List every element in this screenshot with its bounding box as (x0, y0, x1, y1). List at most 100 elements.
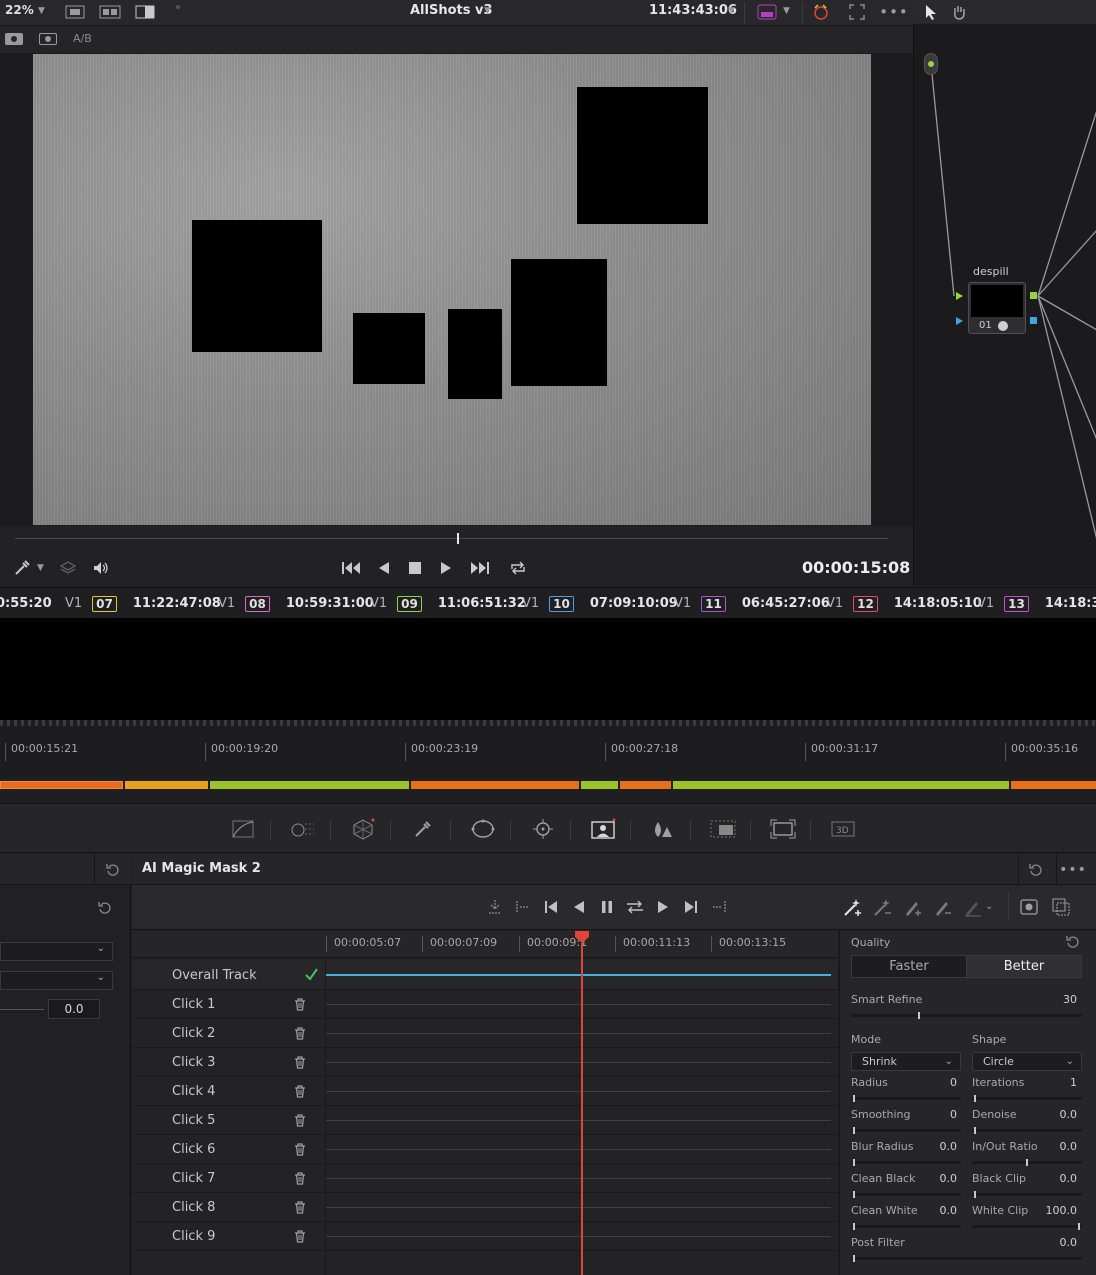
slider-knob[interactable] (853, 1255, 855, 1262)
left-value-field[interactable]: 0.0 (48, 999, 100, 1019)
scrubber-track[interactable] (15, 538, 888, 539)
skip-to-start-icon[interactable] (340, 558, 362, 578)
iterations-slider[interactable] (972, 1095, 1082, 1102)
trash-icon[interactable] (294, 1027, 306, 1043)
pause-icon[interactable] (597, 897, 617, 917)
clip-thumbnail-strip[interactable] (0, 618, 1096, 720)
trash-icon[interactable] (294, 1230, 306, 1246)
trash-icon[interactable] (294, 998, 306, 1014)
clip-segment[interactable] (1011, 781, 1096, 789)
clip-segment[interactable] (210, 781, 409, 789)
chevron-down-icon[interactable]: ▼ (728, 6, 735, 16)
rgb-input-icon[interactable] (956, 292, 963, 300)
left-dropdown-1[interactable]: ⌄ (0, 942, 113, 961)
hand-icon[interactable] (949, 2, 969, 22)
blur-radius-slider[interactable] (851, 1159, 961, 1166)
chevron-down-icon[interactable]: ⌄ (985, 901, 993, 912)
mark-out-icon[interactable] (709, 897, 729, 917)
show-overlay-icon[interactable] (1018, 896, 1040, 918)
more-options-icon[interactable]: ••• (879, 3, 908, 21)
fx-bypass-icon[interactable] (756, 3, 778, 21)
chevron-down-icon[interactable]: ▼ (37, 563, 44, 573)
denoise-value[interactable]: 0.0 (1020, 1108, 1078, 1121)
clean-white-slider[interactable] (851, 1223, 961, 1230)
track-row-click[interactable]: Click 7 (132, 1164, 838, 1193)
camera-icon[interactable] (39, 33, 57, 45)
iterations-value[interactable]: 1 (1020, 1076, 1077, 1089)
ab-label[interactable]: A/B (73, 32, 92, 45)
smoothing-value[interactable]: 0 (900, 1108, 957, 1121)
reset-icon[interactable] (104, 861, 122, 879)
track-row-click[interactable]: Click 6 (132, 1135, 838, 1164)
clean-black-slider[interactable] (851, 1191, 961, 1198)
add-stroke-icon[interactable] (842, 896, 864, 918)
highlight-icon[interactable] (810, 1, 832, 23)
slider-knob[interactable] (853, 1095, 855, 1102)
slider-knob[interactable] (1026, 1159, 1028, 1166)
reset-icon[interactable] (1027, 861, 1045, 879)
trash-icon[interactable] (294, 1143, 306, 1159)
slider-knob[interactable] (853, 1127, 855, 1134)
remove-stroke-icon[interactable] (872, 896, 894, 918)
last-frame-icon[interactable] (681, 897, 701, 917)
eyedropper-icon[interactable] (12, 558, 32, 578)
track-row-click[interactable]: Click 2 (132, 1019, 838, 1048)
black-clip-slider[interactable] (972, 1191, 1082, 1198)
sizing-icon[interactable] (770, 816, 796, 842)
color-warper-icon[interactable] (290, 816, 316, 842)
slider-knob[interactable] (853, 1223, 855, 1230)
loop-icon[interactable] (507, 558, 529, 578)
layout-single-icon[interactable] (64, 4, 86, 20)
tracker-icon[interactable] (530, 816, 556, 842)
bidirectional-track-icon[interactable] (625, 897, 645, 917)
mark-in-icon[interactable] (513, 897, 533, 917)
playback-timecode[interactable]: 00:00:15:08 (802, 558, 910, 577)
window-icon[interactable] (470, 816, 496, 842)
reset-icon[interactable] (96, 899, 114, 917)
slider-knob[interactable] (974, 1095, 976, 1102)
clip-segment[interactable] (411, 781, 579, 789)
track-row-click[interactable]: Click 9 (132, 1222, 838, 1251)
chevron-down-icon[interactable]: ▼ (484, 6, 491, 16)
key-output-icon[interactable] (1030, 317, 1037, 324)
slider-knob[interactable] (1078, 1223, 1080, 1230)
chevron-down-icon[interactable]: ▼ (38, 6, 45, 16)
post-filter-value[interactable]: 0.0 (1020, 1236, 1078, 1249)
chevron-down-icon[interactable]: ▼ (783, 6, 790, 16)
slider-knob[interactable] (918, 1012, 920, 1019)
smart-refine-slider[interactable] (851, 1012, 1082, 1019)
viewer-image[interactable] (33, 54, 871, 525)
trash-icon[interactable] (294, 1172, 306, 1188)
subtract-paint-icon[interactable] (932, 896, 954, 918)
inout-ratio-value[interactable]: 0.0 (1020, 1140, 1078, 1153)
add-paint-icon[interactable] (902, 896, 924, 918)
trash-icon[interactable] (294, 1085, 306, 1101)
white-clip-slider[interactable] (972, 1223, 1082, 1230)
black-clip-value[interactable]: 0.0 (1020, 1172, 1078, 1185)
clip-segment[interactable] (581, 781, 618, 789)
clean-black-value[interactable]: 0.0 (900, 1172, 958, 1185)
playhead-line[interactable] (581, 943, 583, 1275)
clip-segment[interactable] (673, 781, 1009, 789)
blur-radius-value[interactable]: 0.0 (900, 1140, 958, 1153)
erase-icon[interactable] (962, 896, 984, 918)
play-reverse-icon[interactable] (374, 558, 394, 578)
zoom-level[interactable]: 22% (5, 3, 34, 17)
timeline-ruler[interactable]: 00:00:15:21 00:00:19:20 00:00:23:19 00:0… (0, 720, 1096, 778)
layers-icon[interactable] (58, 558, 78, 578)
slider-knob[interactable] (853, 1191, 855, 1198)
track-reverse-icon[interactable] (569, 897, 589, 917)
source-node[interactable] (924, 53, 938, 75)
key-icon[interactable] (710, 816, 736, 842)
node-graph-panel[interactable]: despill 01 (913, 0, 1096, 586)
stop-icon[interactable] (405, 558, 425, 578)
white-clip-value[interactable]: 100.0 (1020, 1204, 1078, 1217)
trash-icon[interactable] (294, 1201, 306, 1217)
magic-mask-icon[interactable] (590, 816, 616, 842)
trash-icon[interactable] (294, 1114, 306, 1130)
left-dropdown-2[interactable]: ⌄ (0, 971, 113, 990)
node-despill[interactable]: 01 (968, 282, 1026, 334)
pointer-icon[interactable] (921, 2, 941, 22)
skip-to-end-icon[interactable] (469, 558, 491, 578)
key-input-icon[interactable] (956, 317, 963, 325)
